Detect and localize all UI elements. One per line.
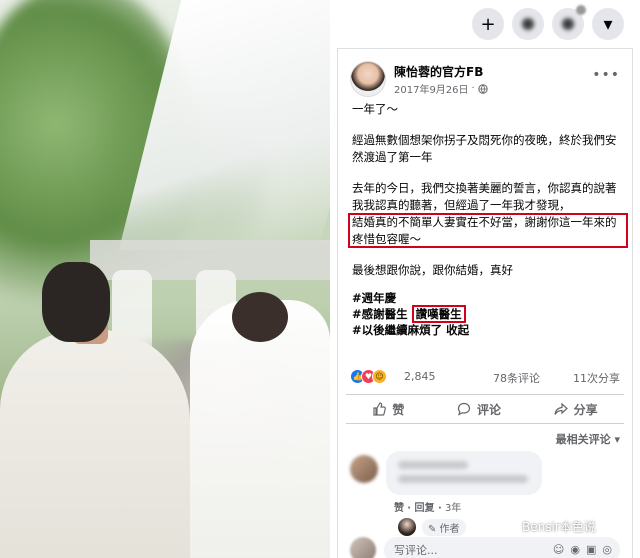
comment-count[interactable]: 78条评论	[493, 370, 540, 386]
blurred-comment-text	[398, 475, 528, 483]
comment-bubble	[386, 451, 542, 495]
author-avatar[interactable]	[350, 61, 386, 97]
comment-sort-dropdown[interactable]: 最相关评论 ▾	[556, 431, 620, 447]
emoji-icon[interactable]: ☺	[553, 543, 564, 556]
gif-icon[interactable]: ▣	[586, 543, 596, 556]
comment-reply-link[interactable]: · 回复 ·	[407, 503, 442, 514]
wechat-icon	[502, 520, 518, 533]
comment-button[interactable]: 评论	[457, 401, 501, 418]
post-text: 一年了～ 經過無數個想架你拐子及悶死你的夜晚，終於我們安然渡過了第一年 去年的今…	[348, 101, 628, 293]
comment-like-link[interactable]: 赞	[394, 503, 404, 514]
share-label: 分享	[573, 402, 598, 417]
screenshot-root: + ▾ 陳怡蓉的官方FB 2017年9月26日 · ••• 一年了～ 經過無數個…	[0, 0, 640, 558]
highlighted-sentence: 結婚真的不簡單人妻實在不好當，謝謝你這一年來的疼惜包容喔～	[348, 213, 628, 248]
dot-separator: ·	[471, 83, 475, 94]
comment-input-placeholder: 写评论...	[394, 544, 438, 557]
hashtag-line: #感謝醫生 讚嘆醫生	[352, 305, 469, 323]
hashtag-line[interactable]: #週年慶	[352, 290, 469, 306]
reaction-icons[interactable]: 👍 ♥ ☺	[350, 369, 387, 384]
plus-icon[interactable]: +	[472, 8, 504, 40]
notification-glyph	[562, 18, 574, 30]
share-count[interactable]: 11次分享	[573, 370, 620, 386]
post-more-button[interactable]: •••	[592, 67, 620, 83]
author-reply-avatar	[398, 518, 416, 536]
sticker-icon[interactable]: ◎	[602, 543, 612, 556]
hashtags: #週年慶 #感謝醫生 讚嘆醫生 #以後繼續麻煩了 收起	[352, 290, 469, 338]
chevron-down-icon[interactable]: ▾	[592, 8, 624, 40]
haha-reaction-icon: ☺	[372, 369, 387, 384]
blurred-commenter-name	[398, 461, 468, 469]
author-badge: ✎ 作者	[422, 518, 466, 536]
chevron-glyph: ▾	[603, 13, 613, 35]
plus-glyph: +	[480, 13, 496, 35]
globe-icon	[478, 83, 488, 94]
notification-badge	[576, 5, 586, 15]
post-date[interactable]: 2017年9月26日	[394, 81, 469, 96]
post-paragraph: 最後想跟你說，跟你結婚，真好	[352, 263, 513, 277]
messenger-icon[interactable]	[512, 8, 544, 40]
comment-label: 评论	[476, 402, 501, 417]
comment-icon	[457, 402, 471, 416]
like-label: 赞	[392, 402, 405, 417]
author-reply-preview[interactable]: ✎ 作者	[398, 517, 518, 537]
photo-groom-head	[42, 262, 110, 342]
composer-icons: ☺ ◉ ▣ ◎	[553, 543, 612, 556]
post-stats: 👍 ♥ ☺ 2,845 78条评论 11次分享	[350, 367, 620, 387]
top-bar: + ▾	[330, 0, 640, 48]
my-avatar	[350, 537, 376, 558]
comment-time: 3年	[444, 503, 462, 514]
author-name[interactable]: 陳怡蓉的官方FB	[394, 63, 483, 80]
share-button[interactable]: 分享	[554, 401, 598, 418]
post-actions: 赞 评论 分享	[346, 394, 624, 424]
reaction-count[interactable]: 2,845	[404, 370, 436, 383]
comment-meta: 赞 · 回复 · 3年	[394, 499, 461, 514]
thumbs-up-icon	[373, 402, 387, 416]
post-photo[interactable]	[0, 0, 330, 558]
share-icon	[554, 402, 568, 415]
post-paragraph: 經過無數個想架你拐子及悶死你的夜晚，終於我們安然渡過了第一年	[352, 133, 617, 164]
post-meta: 2017年9月26日 ·	[394, 81, 488, 96]
post-paragraph: 去年的今日，我們交換著美麗的誓言，你認真的說著我我認真的聽著，但經過了一年我才發…	[352, 180, 622, 214]
post-paragraph-text: 去年的今日，我們交換著美麗的誓言，你認真的說著我我認真的聽著，但經過了一年我才發…	[352, 181, 617, 212]
notification-icon[interactable]	[552, 5, 586, 40]
photo-bride-head	[232, 292, 288, 342]
highlight-text: 結婚真的不簡單人妻實在不好當，謝謝你這一年來的疼惜包容喔～	[352, 215, 617, 246]
post-header: 陳怡蓉的官方FB 2017年9月26日 · •••	[350, 61, 620, 101]
comment-composer: 写评论... ☺ ◉ ▣ ◎	[350, 537, 620, 558]
post-card: 陳怡蓉的官方FB 2017年9月26日 · ••• 一年了～ 經過無數個想架你拐…	[337, 48, 633, 558]
like-button[interactable]: 赞	[372, 401, 404, 418]
commenter-avatar[interactable]	[350, 455, 378, 483]
messenger-glyph	[522, 18, 534, 30]
hashtag[interactable]: #感謝醫生	[352, 307, 412, 321]
camera-icon[interactable]: ◉	[570, 543, 580, 556]
watermark-text: Bensir本色说	[522, 520, 596, 534]
photo-groom	[0, 330, 190, 558]
post-paragraph: 一年了～	[352, 102, 398, 116]
watermark: Bensir本色说	[502, 518, 596, 535]
hashtag-line[interactable]: #以後繼續麻煩了 收起	[352, 322, 469, 338]
highlighted-hashtag[interactable]: 讚嘆醫生	[411, 305, 466, 323]
